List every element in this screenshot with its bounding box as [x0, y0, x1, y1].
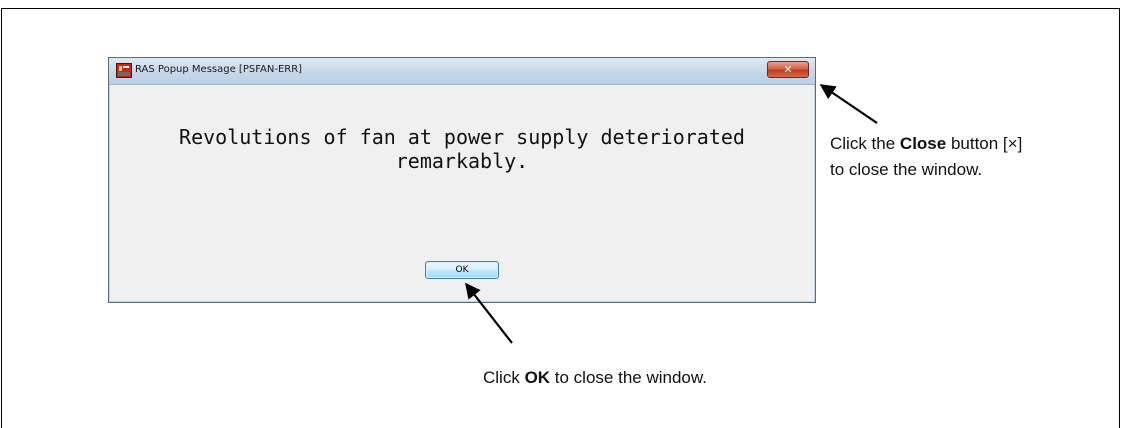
callout-arrow-ok — [465, 282, 513, 344]
callout-arrows — [465, 84, 878, 344]
callout-arrow-close — [819, 84, 878, 124]
